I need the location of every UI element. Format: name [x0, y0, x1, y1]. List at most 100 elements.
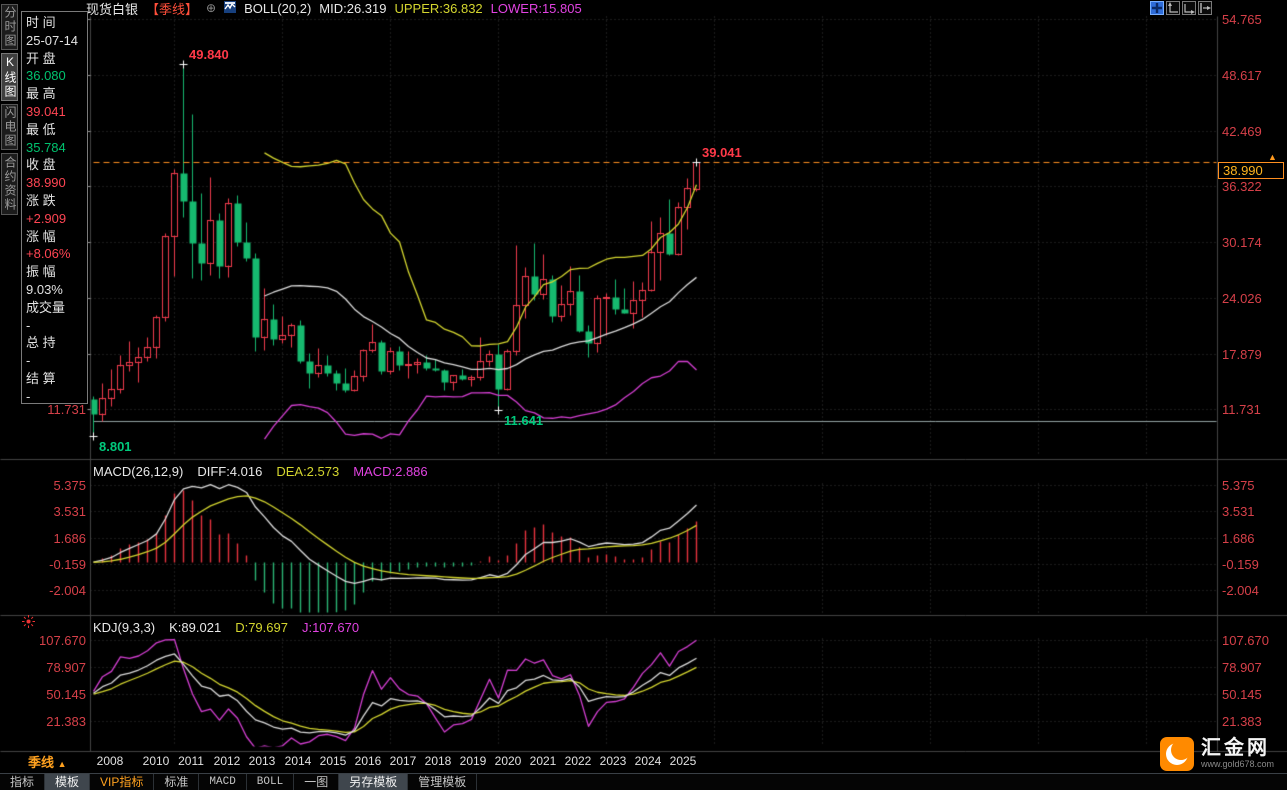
- chart-header: 现货白银 【季线】 ⊕ BOLL(20,2) MID:26.319 UPPER:…: [86, 0, 582, 16]
- axis-tick-label: 42.469: [1222, 124, 1262, 139]
- info-label: 开 盘: [26, 50, 87, 68]
- boll-lower-value: LOWER:15.805: [491, 1, 582, 16]
- axis-tick-label: -0.159: [1222, 557, 1259, 572]
- axis-tick-label: 30.174: [1222, 235, 1262, 250]
- trading-app: 分时图 K线图闪电图合约资料 时 间25-07-14开 盘36.080最 高39.…: [0, 0, 1287, 790]
- alert-starburst-icon[interactable]: [22, 615, 35, 633]
- info-label: 涨 跌: [26, 192, 87, 210]
- year-label-2022[interactable]: 2022: [565, 754, 592, 768]
- axis-tick-label: -2.004: [1222, 583, 1259, 598]
- shift-right-button[interactable]: [1198, 1, 1212, 15]
- axis-tick-label: 107.670: [1222, 633, 1269, 648]
- scale-x-button[interactable]: [1182, 1, 1196, 15]
- kdj-title[interactable]: KDJ(9,3,3): [93, 620, 155, 635]
- year-label-2011[interactable]: 2011: [178, 754, 204, 768]
- year-label-2018[interactable]: 2018: [425, 754, 452, 768]
- year-label-2019[interactable]: 2019: [460, 754, 487, 768]
- toolbar-item-另存模板[interactable]: 另存模板: [339, 774, 408, 790]
- axis-tick-label: 3.531: [1222, 504, 1255, 519]
- toolbar-item-标准[interactable]: 标准: [154, 774, 199, 790]
- axis-tick-label: 107.670: [24, 633, 86, 648]
- year-label-2023[interactable]: 2023: [600, 754, 627, 768]
- year-label-2015[interactable]: 2015: [320, 754, 347, 768]
- info-label: 最 低: [26, 121, 87, 139]
- year-label-2013[interactable]: 2013: [249, 754, 276, 768]
- boll-mid-value: MID:26.319: [319, 1, 386, 16]
- axis-tick-label: 1.686: [24, 531, 86, 546]
- axis-tick-label: 11.731: [24, 402, 86, 417]
- axis-tick-label: 1.686: [1222, 531, 1255, 546]
- axis-tick-label: 5.375: [1222, 478, 1255, 493]
- price-annotation: 49.840: [189, 47, 229, 62]
- mini-chart-icon: [224, 1, 236, 16]
- toolbar-item-模板[interactable]: 模板: [45, 774, 90, 790]
- axis-tick-label: 24.026: [1222, 291, 1262, 306]
- macd-pane-header: MACD(26,12,9) DIFF:4.016 DEA:2.573 MACD:…: [93, 464, 428, 479]
- axis-tick-label: 50.145: [1222, 687, 1262, 702]
- year-label-2024[interactable]: 2024: [635, 754, 662, 768]
- info-label: 收 盘: [26, 156, 87, 174]
- axis-tick-label: 54.765: [1222, 12, 1262, 27]
- macd-macd-value: MACD:2.886: [353, 464, 427, 479]
- info-value: 38.990: [26, 174, 87, 192]
- kdj-pane-header: KDJ(9,3,3) K:89.021 D:79.697 J:107.670: [93, 620, 359, 635]
- info-value: 39.041: [26, 103, 87, 121]
- last-price-arrow-icon: ▲: [1268, 152, 1277, 162]
- logo-title: 汇金网: [1201, 737, 1274, 759]
- macd-title[interactable]: MACD(26,12,9): [93, 464, 183, 479]
- chart-canvas[interactable]: [0, 0, 1287, 790]
- info-value: 36.080: [26, 67, 87, 85]
- sidebar-tab-合约资料[interactable]: 合约资料: [1, 153, 18, 215]
- year-label-2010[interactable]: 2010: [143, 754, 170, 768]
- info-value: -: [26, 317, 87, 335]
- kdj-d-value: D:79.697: [235, 620, 288, 635]
- toolbar-item-指标[interactable]: 指标: [0, 774, 45, 790]
- info-value: +2.909: [26, 210, 87, 228]
- pan-mode-button[interactable]: [1150, 1, 1164, 15]
- axis-tick-label: -0.159: [24, 557, 86, 572]
- toolbar-item-BOLL[interactable]: BOLL: [247, 774, 294, 790]
- logo-url: www.gold678.com: [1201, 759, 1274, 770]
- toolbar-item-一图[interactable]: 一图: [294, 774, 339, 790]
- toolbar-item-MACD[interactable]: MACD: [199, 774, 246, 790]
- axis-tick-label: 78.907: [1222, 660, 1262, 675]
- info-label: 结 算: [26, 370, 87, 388]
- time-axis: 2008 2010 2011 2012 2013 2014 2015 2016 2017 2018…: [0, 753, 1216, 769]
- year-label-2020[interactable]: 2020: [495, 754, 522, 768]
- axis-tick-label: -2.004: [24, 583, 86, 598]
- year-label-2017[interactable]: 2017: [390, 754, 417, 768]
- info-value: 25-07-14: [26, 32, 87, 50]
- year-label-2016[interactable]: 2016: [355, 754, 382, 768]
- year-label-2014[interactable]: 2014: [285, 754, 312, 768]
- year-label-2008[interactable]: 2008: [97, 754, 124, 768]
- link-icon[interactable]: ⊕: [206, 1, 216, 15]
- axis-tick-label: 50.145: [24, 687, 86, 702]
- info-label: 总 持: [26, 334, 87, 352]
- year-label-2025[interactable]: 2025: [670, 754, 697, 768]
- info-label: 最 高: [26, 85, 87, 103]
- info-label: 涨 幅: [26, 228, 87, 246]
- kdj-k-value: K:89.021: [169, 620, 221, 635]
- axis-tick-label: 17.879: [1222, 347, 1262, 362]
- info-label: 振 幅: [26, 263, 87, 281]
- toolbar-item-管理模板[interactable]: 管理模板: [408, 774, 477, 790]
- info-value: -: [26, 352, 87, 370]
- logo-icon: [1160, 737, 1194, 771]
- sidebar-tab-分时图[interactable]: 分时图: [1, 4, 18, 50]
- axis-tick-label: 36.322: [1222, 179, 1262, 194]
- bottom-toolbar: 指标模板VIP指标标准MACDBOLL一图另存模板管理模板: [0, 773, 1287, 790]
- year-label-2021[interactable]: 2021: [530, 754, 557, 768]
- sidebar-tab-闪电图[interactable]: 闪电图: [1, 104, 18, 150]
- period-tag[interactable]: 【季线】: [146, 0, 198, 18]
- toolbar-item-VIP指标[interactable]: VIP指标: [90, 774, 154, 790]
- quote-info-panel: 时 间25-07-14开 盘36.080最 高39.041最 低35.784收 …: [21, 11, 88, 404]
- axis-tick-label: 11.731: [1222, 402, 1261, 417]
- price-annotation: 11.641: [504, 413, 543, 428]
- info-value: -: [26, 388, 87, 404]
- sidebar-tab-K线图[interactable]: K线图: [1, 53, 18, 101]
- year-label-2012[interactable]: 2012: [214, 754, 241, 768]
- axis-tick-label: 78.907: [24, 660, 86, 675]
- site-logo: 汇金网 www.gold678.com: [1160, 737, 1274, 771]
- axis-tick-label: 48.617: [1222, 68, 1262, 83]
- scale-y-button[interactable]: [1166, 1, 1180, 15]
